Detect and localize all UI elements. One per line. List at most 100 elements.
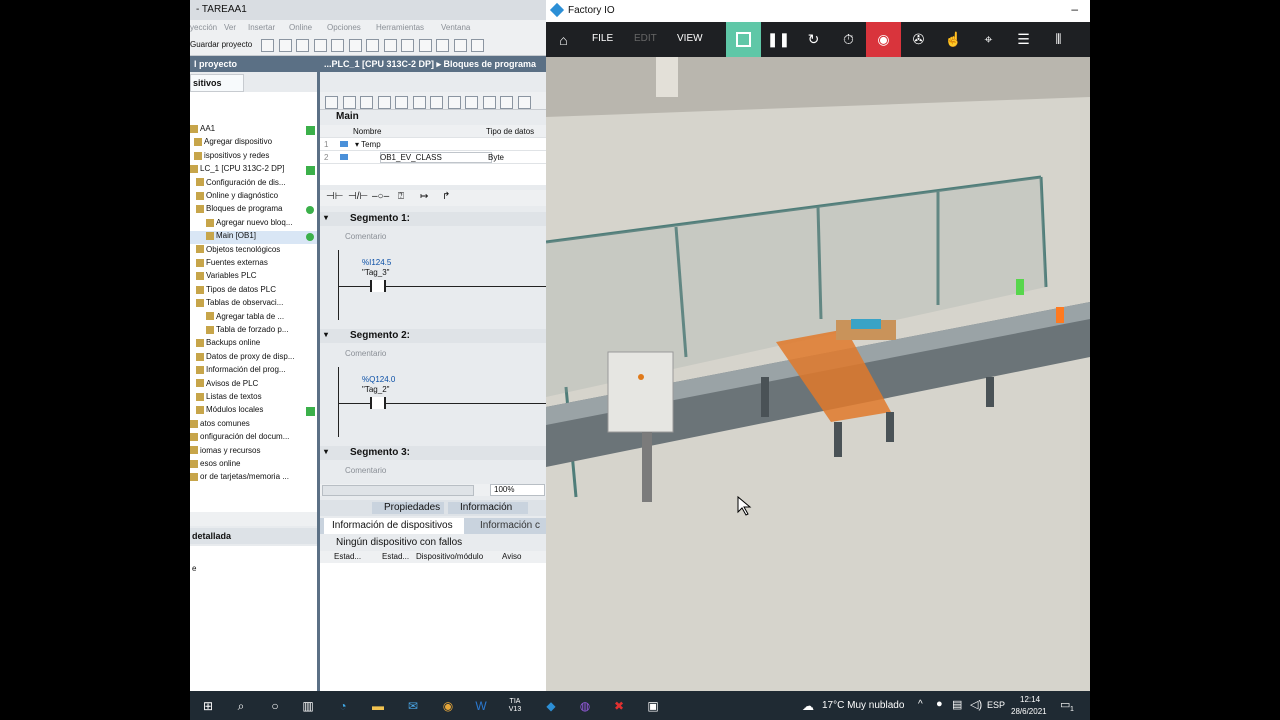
tree-item[interactable]: AA1 xyxy=(190,124,317,137)
upload-icon[interactable] xyxy=(418,39,432,52)
zoom-select[interactable]: 100% xyxy=(490,484,545,496)
contact-address[interactable]: %Q124.0 xyxy=(362,375,395,384)
tags-icon[interactable] xyxy=(517,96,531,109)
sensor-icon[interactable]: ✇ xyxy=(901,22,936,57)
volume-icon[interactable]: ◁) xyxy=(970,698,982,711)
chevron-up-icon[interactable]: ^ xyxy=(918,699,923,710)
tab-info[interactable]: Información xyxy=(448,502,528,514)
tree-item[interactable]: Información del prog... xyxy=(190,365,317,378)
tree-item[interactable]: onfiguración del docum... xyxy=(190,432,317,445)
add-row-icon[interactable] xyxy=(342,96,356,109)
segment-comment[interactable]: Comentario xyxy=(345,232,386,241)
clock-date[interactable]: 28/6/2021 xyxy=(1011,707,1047,716)
block-icon[interactable] xyxy=(412,96,426,109)
stl-icon[interactable] xyxy=(482,96,496,109)
network-icon[interactable] xyxy=(377,96,391,109)
tree-item[interactable]: Configuración de dis... xyxy=(190,178,317,191)
tree-item[interactable]: Módulos locales xyxy=(190,405,317,418)
language-indicator[interactable]: ESP xyxy=(987,700,1005,710)
tab-device-info[interactable]: Información de dispositivos xyxy=(324,518,464,534)
tree-item[interactable]: Fuentes externas xyxy=(190,258,317,271)
tree-item[interactable]: Objetos tecnológicos xyxy=(190,245,317,258)
start-icon[interactable]: ⊞ xyxy=(200,698,216,714)
menu-edit[interactable]: EDIT xyxy=(634,33,657,44)
redo-icon[interactable] xyxy=(366,39,380,52)
no-contact-icon[interactable]: ⊣⊢ xyxy=(326,191,343,202)
paste-icon[interactable] xyxy=(313,39,327,52)
chrome-icon[interactable]: ◉ xyxy=(440,698,456,714)
tree-item[interactable]: ispositivos y redes xyxy=(190,151,317,164)
save-project-button[interactable]: Guardar proyecto xyxy=(190,40,252,49)
comment-icon[interactable] xyxy=(395,96,409,109)
monitor-icon[interactable] xyxy=(360,96,374,109)
tree-item[interactable]: Variables PLC xyxy=(190,271,317,284)
weather-text[interactable]: 17°C Muy nublado xyxy=(822,700,904,711)
3d-scene-viewport[interactable] xyxy=(546,57,1090,691)
tree-item[interactable]: Listas de textos xyxy=(190,392,317,405)
contact-icon[interactable] xyxy=(370,397,386,409)
word-icon[interactable]: W xyxy=(473,698,489,714)
clock-time[interactable]: 12:14 xyxy=(1020,695,1040,704)
tree-item[interactable]: Agregar dispositivo xyxy=(190,137,317,150)
go-offline-icon[interactable] xyxy=(471,39,485,52)
network-icon[interactable]: ▤ xyxy=(952,698,962,711)
download-icon[interactable] xyxy=(401,39,415,52)
tree-item[interactable]: LC_1 [CPU 313C-2 DP] xyxy=(190,164,317,177)
tree-item[interactable]: esos online xyxy=(190,459,317,472)
devices-tab[interactable]: sitivos xyxy=(190,74,244,92)
mail-icon[interactable]: ✉ xyxy=(405,698,421,714)
target-icon[interactable]: ⌖ xyxy=(971,22,1006,57)
watch-icon[interactable] xyxy=(500,96,514,109)
search-icon[interactable]: ⌕ xyxy=(233,698,249,714)
compile-icon[interactable] xyxy=(383,39,397,52)
file-explorer-icon[interactable]: ▬ xyxy=(370,698,386,714)
control-panel[interactable] xyxy=(607,351,674,433)
menu-window[interactable]: Ventana xyxy=(441,23,470,32)
menu-insert[interactable]: Insertar xyxy=(248,23,275,32)
segment-1-header[interactable]: ▾ Segmento 1: xyxy=(320,212,546,226)
tree-item[interactable]: Backups online xyxy=(190,338,317,351)
tree-item[interactable]: Online y diagnóstico xyxy=(190,191,317,204)
timer-icon[interactable]: ⏱ xyxy=(831,22,866,57)
copy-icon[interactable] xyxy=(296,39,310,52)
factory-io-icon[interactable]: ◆ xyxy=(543,698,559,714)
delete-icon[interactable] xyxy=(331,39,345,52)
menu-options[interactable]: Opciones xyxy=(327,23,361,32)
tree-item[interactable]: Agregar nuevo bloq... xyxy=(190,218,317,231)
menu-tools[interactable]: Herramientas xyxy=(376,23,424,32)
tia-portal-icon[interactable]: TIA V13 xyxy=(505,698,525,714)
touch-icon[interactable]: ☝ xyxy=(936,22,971,57)
fbd-icon[interactable] xyxy=(465,96,479,109)
table-row[interactable]: 2 OB1_EV_CLASS Byte xyxy=(320,151,546,164)
row-name[interactable]: OB1_EV_CLASS xyxy=(380,153,442,162)
task-view-icon[interactable]: ▥ xyxy=(300,698,316,714)
tree-item[interactable]: atos comunes xyxy=(190,419,317,432)
close-branch-icon[interactable]: ↱ xyxy=(442,191,450,202)
expand-icon[interactable] xyxy=(447,96,461,109)
app-icon[interactable]: ▣ xyxy=(645,698,661,714)
tab-properties[interactable]: Propiedades xyxy=(372,502,444,514)
go-online-icon[interactable] xyxy=(453,39,467,52)
menu-view[interactable]: Ver xyxy=(224,23,236,32)
tree-item[interactable]: Bloques de programa xyxy=(190,204,317,217)
record-icon[interactable]: ◉ xyxy=(866,22,901,57)
undo-icon[interactable] xyxy=(348,39,362,52)
tree-item[interactable]: Tablas de observaci... xyxy=(190,298,317,311)
coil-icon[interactable]: –○– xyxy=(372,191,389,202)
minimize-icon[interactable]: – xyxy=(1071,2,1078,16)
cut-icon[interactable] xyxy=(278,39,292,52)
segment-3-header[interactable]: ▾ Segmento 3: xyxy=(320,446,546,460)
tree-item[interactable]: iomas y recursos xyxy=(190,446,317,459)
mic-icon[interactable]: ● xyxy=(936,698,943,710)
menu-view[interactable]: VIEW xyxy=(677,33,703,44)
insert-row-icon[interactable] xyxy=(325,96,338,109)
obs-icon[interactable]: ◍ xyxy=(577,698,593,714)
tree-item[interactable]: or de tarjetas/memoria ... xyxy=(190,472,317,485)
antenna-icon[interactable]: ⦀ xyxy=(1041,22,1076,57)
segment-2-header[interactable]: ▾ Segmento 2: xyxy=(320,329,546,343)
tree-item[interactable]: Datos de proxy de disp... xyxy=(190,352,317,365)
tree-item[interactable]: Main [OB1] xyxy=(190,231,317,245)
empty-box-icon[interactable]: ⍰ xyxy=(398,191,404,202)
menu-online[interactable]: Online xyxy=(289,23,312,32)
pause-icon[interactable]: ❚❚ xyxy=(761,22,796,57)
